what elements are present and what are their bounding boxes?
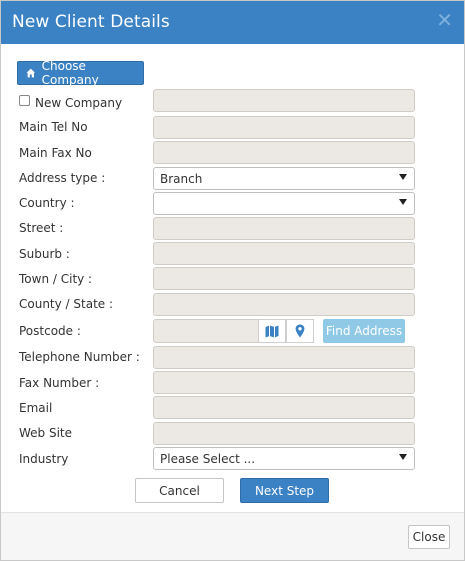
website-field[interactable] <box>153 422 415 445</box>
country-select[interactable] <box>153 192 415 215</box>
locate-button[interactable] <box>286 319 314 343</box>
find-address-button[interactable]: Find Address <box>323 319 405 343</box>
suburb-field[interactable] <box>153 242 415 265</box>
suburb-label: Suburb : <box>19 247 70 261</box>
cancel-button[interactable]: Cancel <box>135 478 224 503</box>
main-tel-label: Main Tel No <box>19 120 88 134</box>
dialog-footer: Close <box>1 512 464 560</box>
county-state-field[interactable] <box>153 293 415 316</box>
new-company-checkbox[interactable] <box>19 95 30 106</box>
map-marker-icon <box>295 324 305 338</box>
chevron-down-icon <box>399 199 407 205</box>
main-fax-field[interactable] <box>153 141 415 164</box>
address-type-value: Branch <box>160 171 203 186</box>
close-icon[interactable]: ✕ <box>436 10 453 30</box>
county-state-label: County / State : <box>19 297 114 311</box>
next-step-button[interactable]: Next Step <box>240 478 329 503</box>
website-label: Web Site <box>19 426 73 440</box>
dialog-title: New Client Details <box>12 12 170 32</box>
fax-label: Fax Number : <box>19 376 100 390</box>
new-client-dialog: New Client Details ✕ Choose Company New … <box>0 0 465 561</box>
fax-field[interactable] <box>153 371 415 394</box>
main-fax-label: Main Fax No <box>19 146 92 160</box>
map-icon <box>265 325 279 337</box>
country-label: Country : <box>19 196 75 210</box>
map-button[interactable] <box>258 319 286 343</box>
telephone-field[interactable] <box>153 346 415 369</box>
email-field[interactable] <box>153 396 415 419</box>
company-name-field[interactable] <box>153 89 415 112</box>
address-type-label: Address type : <box>19 171 106 185</box>
email-label: Email <box>19 401 53 415</box>
close-button[interactable]: Close <box>408 525 450 549</box>
industry-select[interactable]: Please Select ... <box>153 447 415 470</box>
telephone-label: Telephone Number : <box>19 350 140 364</box>
choose-company-label: Choose Company <box>41 59 99 87</box>
street-field[interactable] <box>153 217 415 240</box>
new-company-label: New Company <box>35 96 123 110</box>
choose-company-button[interactable]: Choose Company <box>17 59 144 87</box>
industry-label: Industry <box>19 452 69 466</box>
main-tel-field[interactable] <box>153 116 415 139</box>
address-type-select[interactable]: Branch <box>153 167 415 190</box>
postcode-field[interactable] <box>153 319 259 343</box>
dialog-header: New Client Details ✕ <box>1 1 464 44</box>
chevron-down-icon <box>399 174 407 180</box>
town-city-field[interactable] <box>153 267 415 290</box>
industry-value: Please Select ... <box>160 451 256 466</box>
town-city-label: Town / City : <box>19 272 93 286</box>
street-label: Street : <box>19 221 64 235</box>
home-icon <box>26 68 36 78</box>
postcode-label: Postcode : <box>19 324 81 338</box>
chevron-down-icon <box>399 454 407 460</box>
